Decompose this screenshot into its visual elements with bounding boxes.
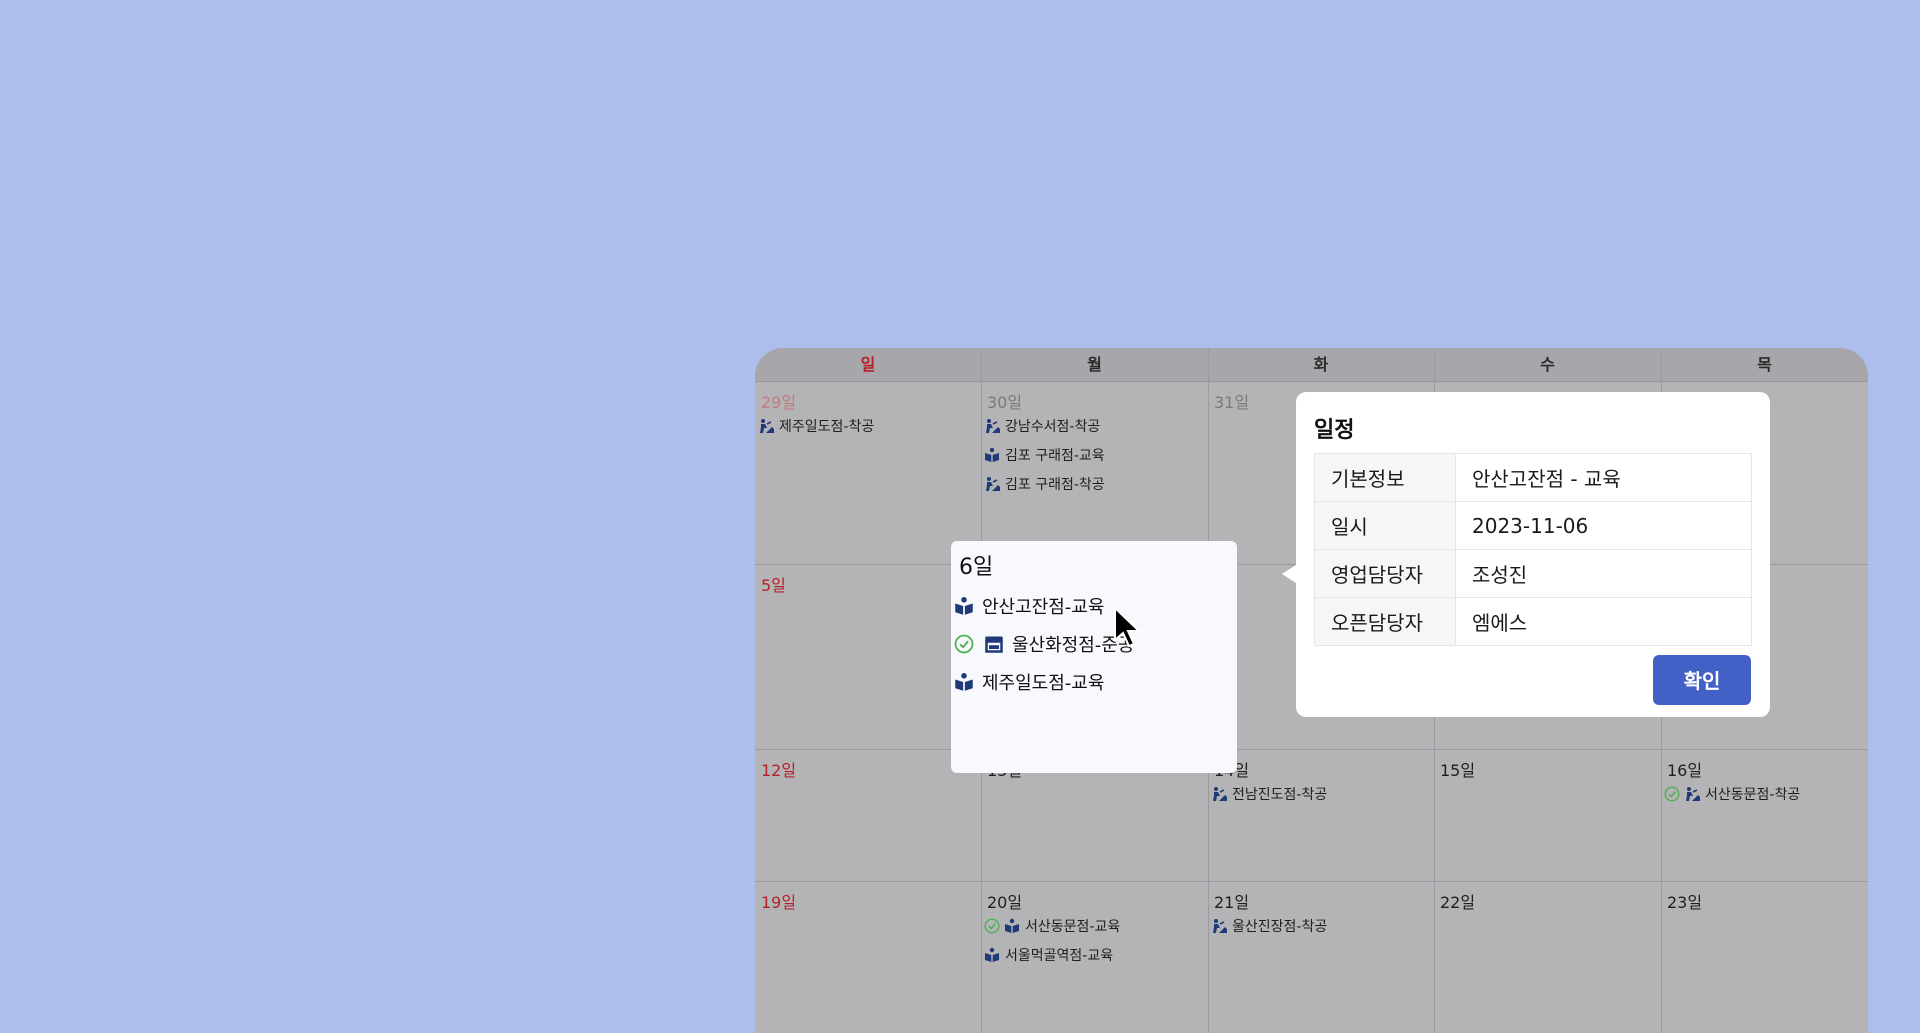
construction-icon bbox=[1211, 786, 1227, 802]
day-number: 22일 bbox=[1440, 893, 1476, 912]
calendar-event[interactable]: 강남수서점-착공 bbox=[984, 416, 1100, 436]
calendar-day-cell[interactable]: 20일 서산동문점-교육서울먹골역점-교육 bbox=[981, 881, 1208, 1033]
calendar-day-cell[interactable]: 29일제주일도점-착공 bbox=[755, 381, 981, 564]
event-label: 서산동문점-착공 bbox=[1705, 787, 1801, 803]
construction-icon bbox=[984, 476, 1000, 492]
check-circle-icon bbox=[984, 918, 1000, 934]
dialog-pointer-arrow bbox=[1282, 565, 1296, 583]
education-icon bbox=[954, 672, 974, 692]
calendar-day-cell[interactable]: 14일전남진도점-착공 bbox=[1208, 749, 1434, 881]
detail-key: 영업담당자 bbox=[1314, 549, 1456, 598]
day-number: 20일 bbox=[987, 893, 1023, 912]
calendar-event[interactable]: 전남진도점-착공 bbox=[1211, 784, 1327, 804]
popup-event[interactable]: 안산고잔점-교육 bbox=[954, 593, 1104, 619]
detail-key: 일시 bbox=[1314, 501, 1456, 550]
weekday-header-1: 월 bbox=[1087, 355, 1102, 374]
store-icon bbox=[984, 634, 1004, 654]
confirm-button[interactable]: 확인 bbox=[1653, 655, 1751, 705]
day-number: 16일 bbox=[1667, 761, 1703, 780]
calendar-day-cell[interactable]: 21일울산진장점-착공 bbox=[1208, 881, 1434, 1033]
education-icon bbox=[984, 447, 1000, 463]
detail-value: 조성진 bbox=[1455, 549, 1752, 598]
calendar-event[interactable]: 김포 구래점-착공 bbox=[984, 474, 1105, 494]
calendar-day-cell[interactable]: 19일 bbox=[755, 881, 981, 1033]
day-events-popup: 6일 안산고잔점-교육울산화정점-준공제주일도점-교육 bbox=[951, 541, 1237, 773]
detail-value: 엠에스 bbox=[1455, 597, 1752, 646]
schedule-info-table: 기본정보 안산고잔점 - 교육 일시 2023-11-06 영업담당자 조성진 오픈담당자 엠… bbox=[1314, 453, 1752, 646]
weekday-header-4: 목 bbox=[1757, 355, 1772, 374]
calendar-event[interactable]: 서울먹골역점-교육 bbox=[984, 945, 1113, 965]
event-label: 제주일도점-착공 bbox=[779, 419, 875, 435]
construction-icon bbox=[984, 418, 1000, 434]
weekday-header-3: 수 bbox=[1540, 355, 1555, 374]
education-icon bbox=[1004, 918, 1020, 934]
construction-icon bbox=[1211, 918, 1227, 934]
event-label: 서산동문점-교육 bbox=[1025, 919, 1121, 935]
calendar-day-cell[interactable]: 12일 bbox=[755, 749, 981, 881]
calendar-day-cell[interactable]: 16일 서산동문점-착공 bbox=[1661, 749, 1868, 881]
detail-row: 영업담당자 조성진 bbox=[1314, 549, 1752, 598]
calendar-day-cell[interactable]: 23일 bbox=[1661, 881, 1868, 1033]
mouse-pointer-icon bbox=[1114, 606, 1142, 648]
calendar-event[interactable]: 울산진장점-착공 bbox=[1211, 916, 1327, 936]
calendar-event[interactable]: 서산동문점-교육 bbox=[984, 916, 1120, 936]
event-label: 강남수서점-착공 bbox=[1005, 419, 1101, 435]
detail-row: 기본정보 안산고잔점 - 교육 bbox=[1314, 453, 1752, 502]
detail-key: 오픈담당자 bbox=[1314, 597, 1456, 646]
detail-value: 안산고잔점 - 교육 bbox=[1455, 453, 1752, 502]
calendar-day-cell[interactable]: 5일 bbox=[755, 564, 981, 749]
event-label: 전남진도점-착공 bbox=[1232, 787, 1328, 803]
weekday-header-0: 일 bbox=[860, 355, 876, 374]
day-number: 12일 bbox=[761, 761, 797, 780]
day-number: 31일 bbox=[1214, 393, 1250, 412]
day-number: 19일 bbox=[761, 893, 797, 912]
popup-event-label: 제주일도점-교육 bbox=[982, 673, 1105, 694]
weekday-header: 일월화수목 bbox=[755, 348, 1868, 382]
day-number: 30일 bbox=[987, 393, 1023, 412]
schedule-detail-dialog: 일정 기본정보 안산고잔점 - 교육 일시 2023-11-06 영업담당자 조성진 오픈담… bbox=[1282, 392, 1770, 717]
calendar-day-cell[interactable]: 30일강남수서점-착공김포 구래점-교육김포 구래점-착공 bbox=[981, 381, 1208, 564]
event-label: 울산진장점-착공 bbox=[1232, 919, 1328, 935]
check-circle-icon bbox=[954, 634, 974, 654]
calendar-event[interactable]: 김포 구래점-교육 bbox=[984, 445, 1105, 465]
education-icon bbox=[954, 596, 974, 616]
construction-icon bbox=[758, 418, 774, 434]
calendar-event[interactable]: 제주일도점-착공 bbox=[758, 416, 874, 436]
calendar-event[interactable]: 서산동문점-착공 bbox=[1664, 784, 1800, 804]
day-number: 29일 bbox=[761, 393, 797, 412]
detail-row: 일시 2023-11-06 bbox=[1314, 501, 1752, 550]
detail-value: 2023-11-06 bbox=[1455, 501, 1752, 550]
calendar-day-cell[interactable]: 22일 bbox=[1434, 881, 1661, 1033]
check-circle-icon bbox=[1664, 786, 1680, 802]
event-label: 서울먹골역점-교육 bbox=[1005, 948, 1114, 964]
education-icon bbox=[984, 947, 1000, 963]
detail-row: 오픈담당자 엠에스 bbox=[1314, 597, 1752, 646]
day-popup-title: 6일 bbox=[959, 555, 994, 580]
day-number: 5일 bbox=[761, 576, 786, 595]
event-label: 김포 구래점-착공 bbox=[1005, 477, 1105, 493]
popup-event[interactable]: 제주일도점-교육 bbox=[954, 669, 1104, 695]
construction-icon bbox=[1684, 786, 1700, 802]
calendar-day-cell[interactable]: 15일 bbox=[1434, 749, 1661, 881]
popup-event[interactable]: 울산화정점-준공 bbox=[954, 631, 1134, 657]
weekday-header-2: 화 bbox=[1313, 355, 1329, 374]
event-label: 김포 구래점-교육 bbox=[1005, 448, 1105, 464]
day-number: 23일 bbox=[1667, 893, 1703, 912]
popup-event-label: 안산고잔점-교육 bbox=[982, 597, 1105, 618]
detail-key: 기본정보 bbox=[1314, 453, 1456, 502]
day-number: 21일 bbox=[1214, 893, 1250, 912]
dialog-title: 일정 bbox=[1314, 418, 1355, 443]
day-number: 15일 bbox=[1440, 761, 1476, 780]
